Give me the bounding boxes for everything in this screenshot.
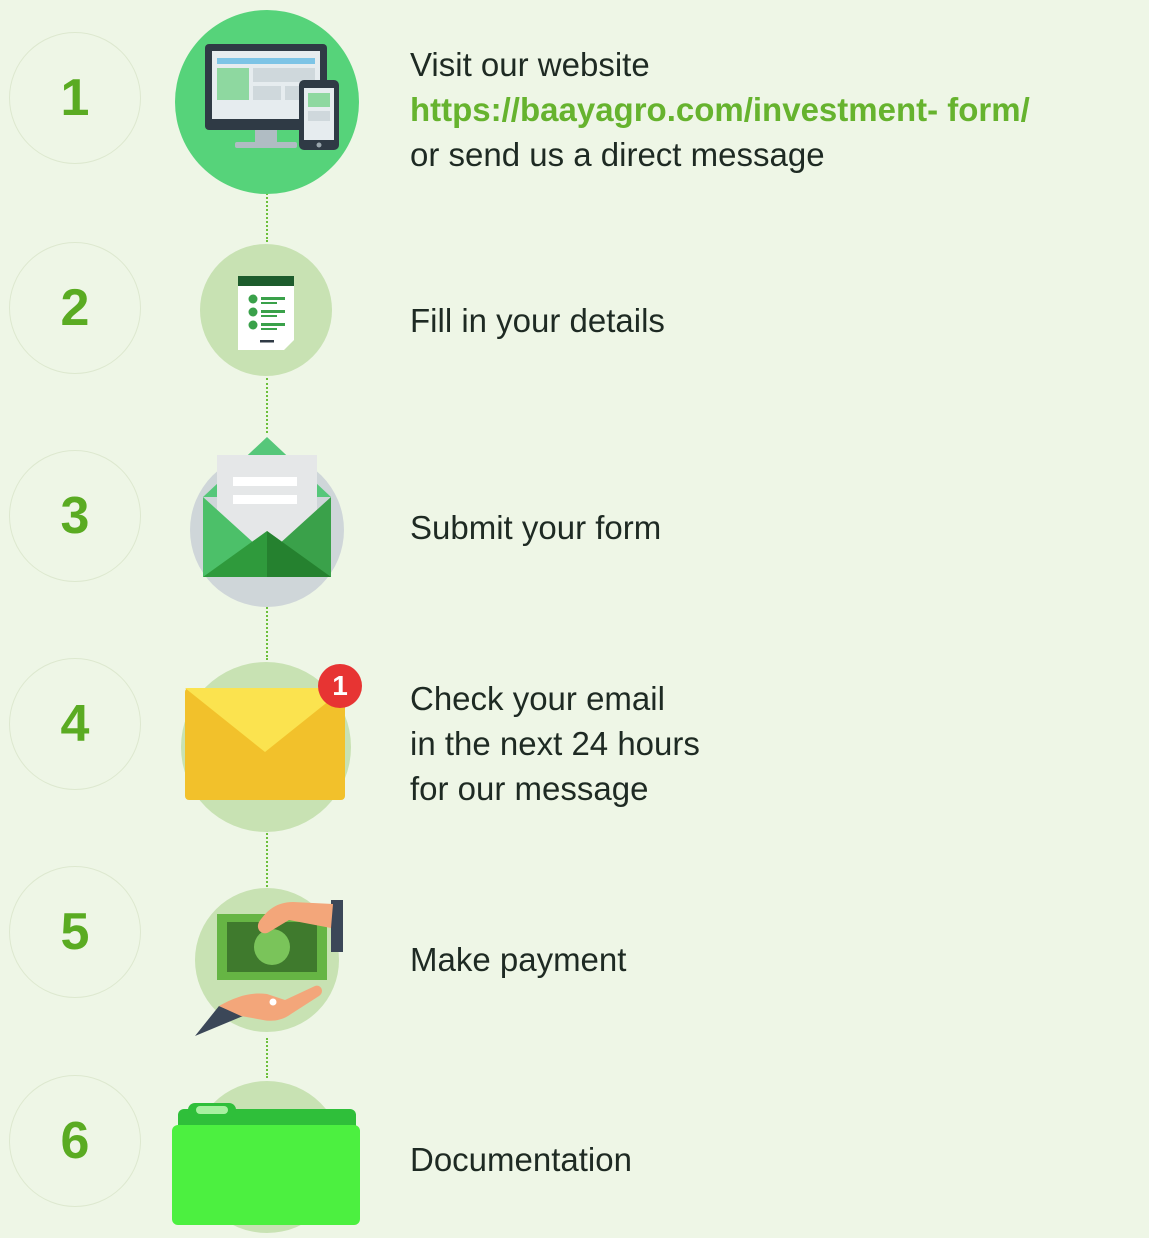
checklist-form-icon (200, 244, 332, 381)
step-line: Check your email (410, 680, 665, 717)
open-envelope-icon (189, 435, 345, 612)
step-text: Submit your form (410, 505, 661, 550)
step-line: for our message (410, 770, 649, 807)
step-number: 3 (9, 450, 141, 582)
folder-icon (170, 1075, 364, 1238)
step-line: Documentation (410, 1141, 632, 1178)
step-connector (266, 604, 268, 660)
website-devices-icon (175, 10, 359, 199)
step-text: Fill in your details (410, 298, 665, 343)
step-line: Visit our website (410, 46, 650, 83)
step-text: Make payment (410, 937, 626, 982)
step-number: 4 (9, 658, 141, 790)
step-line: Submit your form (410, 509, 662, 546)
step-text: Documentation (410, 1137, 632, 1182)
step-connector (266, 830, 268, 890)
step-number: 6 (9, 1075, 141, 1207)
step-number: 5 (9, 866, 141, 998)
email-notification-icon: 1 (180, 662, 374, 837)
step-line: Make payment (410, 941, 627, 978)
step-number: 1 (9, 32, 141, 164)
step-number: 2 (9, 242, 141, 374)
step-line: in the next 24 hours (410, 725, 700, 762)
step-line: or send us a direct message (410, 136, 825, 173)
cash-payment-icon (193, 888, 349, 1045)
notification-badge: 1 (332, 670, 348, 701)
step-text: Visit our website https://baayagro.com/i… (410, 42, 1030, 177)
step-line: Fill in your details (410, 302, 665, 339)
step-text: Check your email in the next 24 hours fo… (410, 676, 700, 811)
website-link[interactable]: https://baayagro.com/investment- form/ (410, 87, 1030, 132)
step-connector (266, 378, 268, 433)
